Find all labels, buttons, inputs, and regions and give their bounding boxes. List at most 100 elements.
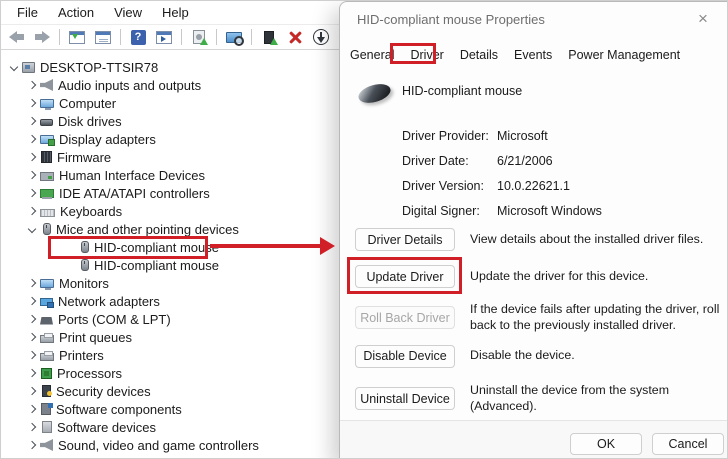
expand-chevron-icon[interactable] [23, 329, 40, 345]
action-description: If the device fails after updating the d… [470, 302, 720, 332]
expand-chevron-icon[interactable] [23, 419, 40, 435]
tree-item[interactable]: Computer [1, 94, 339, 112]
tree-item[interactable]: Software components [1, 400, 339, 418]
uninstall-device-button[interactable]: Uninstall Device [355, 387, 455, 411]
tree-item-label: Storage controllers [58, 456, 167, 459]
menu-help[interactable]: Help [152, 3, 199, 22]
tab-strip: General Driver Details Events Power Manageme… [342, 46, 688, 66]
tree-item-label: Firmware [57, 149, 112, 165]
expand-chevron-icon[interactable] [23, 221, 40, 237]
expand-chevron-icon[interactable] [23, 347, 40, 363]
scan-hardware-changes-button[interactable] [221, 26, 247, 48]
tree-item-label: Computer [59, 95, 117, 111]
expand-chevron-icon[interactable] [23, 455, 40, 458]
devices-by-type-button[interactable] [151, 26, 177, 48]
driver-field-row: Driver Provider: Microsoft [402, 123, 602, 148]
tree-item[interactable]: DESKTOP-TTSIR78 [1, 58, 339, 76]
properties-button[interactable] [90, 26, 116, 48]
tree-item-label: Audio inputs and outputs [58, 77, 202, 93]
disable-device-button[interactable]: Disable Device [355, 344, 455, 368]
device-tree: DESKTOP-TTSIR78 Audio inputs and outputs C… [1, 50, 339, 459]
tree-item-label: HID-compliant mouse [94, 257, 219, 273]
tree-item[interactable]: Keyboards [1, 202, 339, 220]
action-description: View details about the installed driver … [470, 231, 704, 246]
toolbar-separator [181, 29, 182, 45]
update-driver-button[interactable]: Update Driver [355, 265, 455, 288]
expand-chevron-icon[interactable] [23, 77, 40, 93]
tree-item-label: Disk drives [58, 113, 122, 129]
tree-item[interactable]: HID-compliant mouse [1, 238, 339, 256]
forward-arrow-button[interactable] [29, 26, 55, 48]
roll-back-driver-button[interactable]: Roll Back Driver [355, 306, 455, 330]
update-device-drivers-icon [264, 30, 278, 45]
expand-chevron-icon[interactable] [23, 383, 40, 399]
expand-chevron-icon[interactable] [23, 203, 40, 219]
uninstall-device-icon [288, 30, 303, 45]
cancel-button[interactable]: Cancel [652, 433, 724, 455]
forward-arrow-icon [33, 30, 51, 44]
expand-chevron-icon[interactable] [23, 113, 40, 129]
tree-item[interactable]: Software devices [1, 418, 339, 436]
tree-item-label: IDE ATA/ATAPI controllers [59, 185, 210, 201]
tab-events[interactable]: Events [506, 46, 560, 66]
ok-button[interactable]: OK [570, 433, 642, 455]
uninstall-device-button[interactable] [282, 26, 308, 48]
expand-chevron-icon[interactable] [23, 275, 40, 291]
driver-action-row: Roll Back Driver If the device fails afte… [355, 302, 723, 334]
expand-chevron-icon[interactable] [23, 95, 40, 111]
tree-item[interactable]: Sound, video and game controllers [1, 436, 339, 454]
ide-icon [40, 189, 54, 199]
tree-item[interactable]: IDE ATA/ATAPI controllers [1, 184, 339, 202]
tree-item[interactable]: Human Interface Devices [1, 166, 339, 184]
tree-item[interactable]: Display adapters [1, 130, 339, 148]
tree-item[interactable]: HID-compliant mouse [1, 256, 339, 274]
expand-chevron-icon[interactable] [23, 365, 40, 381]
menu-view[interactable]: View [104, 3, 152, 22]
expand-chevron-icon[interactable] [23, 293, 40, 309]
tree-item[interactable]: Audio inputs and outputs [1, 76, 339, 94]
disable-device-button[interactable] [308, 26, 334, 48]
back-arrow-button[interactable] [3, 26, 29, 48]
close-button[interactable]: × [688, 6, 718, 32]
field-label: Driver Version: [402, 178, 484, 193]
speaker-icon [40, 79, 53, 91]
expand-chevron-icon[interactable] [23, 311, 40, 327]
show-console-tree-button[interactable] [64, 26, 90, 48]
tab-general[interactable]: General [342, 46, 402, 66]
driver-action-row: Update Driver Update the driver for this … [355, 265, 723, 288]
help-button[interactable] [125, 26, 151, 48]
driver-details-button[interactable]: Driver Details [355, 228, 455, 251]
tree-item[interactable]: Firmware [1, 148, 339, 166]
tree-item[interactable]: Printers [1, 346, 339, 364]
expand-chevron-icon[interactable] [23, 185, 40, 201]
field-value: Microsoft [497, 128, 548, 143]
tree-item[interactable]: Network adapters [1, 292, 339, 310]
tree-item-label: Software components [56, 401, 182, 417]
help-icon [130, 29, 146, 45]
tree-item[interactable]: Ports (COM & LPT) [1, 310, 339, 328]
mouse-device-icon [356, 80, 393, 107]
menu-file[interactable]: File [7, 3, 48, 22]
menu-action[interactable]: Action [48, 3, 104, 22]
tree-item[interactable]: Security devices [1, 382, 339, 400]
expand-chevron-icon[interactable] [23, 437, 40, 453]
tab-power-management[interactable]: Power Management [560, 46, 688, 66]
expand-chevron-icon[interactable] [23, 167, 40, 183]
tree-item[interactable]: Disk drives [1, 112, 339, 130]
update-device-drivers-button[interactable] [256, 26, 282, 48]
tree-item[interactable]: Storage controllers [1, 454, 339, 459]
tree-item-label: Sound, video and game controllers [58, 437, 259, 453]
add-drivers-button[interactable] [186, 26, 212, 48]
hid-icon [40, 171, 54, 181]
tab-details[interactable]: Details [452, 46, 506, 66]
tree-item[interactable]: Monitors [1, 274, 339, 292]
expand-chevron-icon[interactable] [23, 131, 40, 147]
tree-item[interactable]: Print queues [1, 328, 339, 346]
driver-info-fields: Driver Provider: Microsoft Driver Date: 6/2… [402, 123, 602, 223]
expand-chevron-icon[interactable] [23, 149, 40, 165]
tree-item[interactable]: Processors [1, 364, 339, 382]
expand-chevron-icon[interactable] [23, 401, 40, 417]
tab-driver[interactable]: Driver [402, 46, 451, 66]
tree-item[interactable]: Mice and other pointing devices [1, 220, 339, 238]
expand-chevron-icon[interactable] [5, 59, 22, 75]
